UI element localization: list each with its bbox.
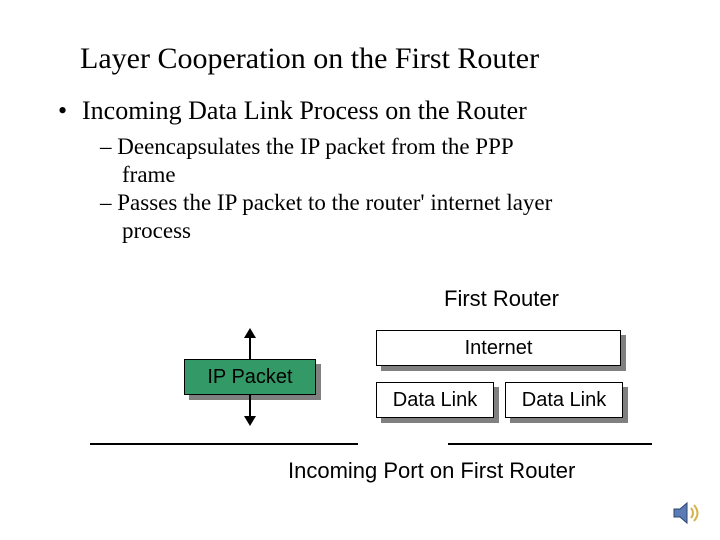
sub-bullet-1-marker: – [100,134,112,160]
arrow-down-line [249,395,251,418]
sub-bullet-2-line-b: process [122,218,191,243]
sub-bullet-1: – Deencapsulates the IP packet from the … [100,134,514,160]
base-line-right [448,443,652,445]
speaker-icon [672,500,702,526]
datalink-right-text: Data Link [505,389,623,412]
arrow-up-line [249,336,251,359]
sub-bullet-2-cont: process [122,218,191,244]
base-line-left [90,443,358,445]
sub-bullet-1-line-b: frame [122,162,176,187]
bullet-main-text: Incoming Data Link Process on the Router [82,96,527,125]
bullet-main: •Incoming Data Link Process on the Route… [58,96,527,126]
sub-bullet-1-cont: frame [122,162,176,188]
incoming-port-label: Incoming Port on First Router [288,458,575,484]
internet-box-text: Internet [376,337,621,360]
bullet-marker: • [58,96,82,126]
slide-title: Layer Cooperation on the First Router [80,42,539,76]
first-router-label: First Router [444,286,559,312]
sub-bullet-1-line-a: Deencapsulates the IP packet from the PP… [117,134,513,159]
ip-packet-text: IP Packet [184,366,316,389]
sub-bullet-2-marker: – [100,190,112,216]
sub-bullet-2: – Passes the IP packet to the router' in… [100,190,552,216]
sub-bullet-2-line-a: Passes the IP packet to the router' inte… [117,190,552,215]
arrow-down-head [244,416,256,426]
datalink-left-text: Data Link [376,389,494,412]
